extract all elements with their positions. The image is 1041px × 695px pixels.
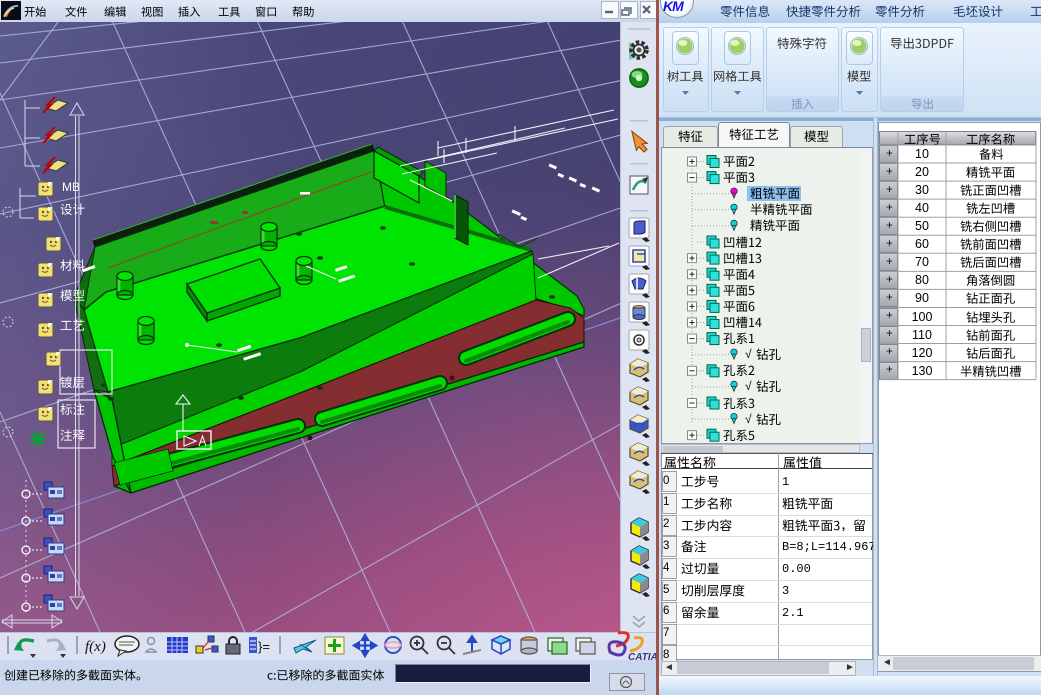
svg-text:f(x): f(x) bbox=[85, 639, 106, 655]
svg-text:}=: }= bbox=[258, 639, 270, 654]
